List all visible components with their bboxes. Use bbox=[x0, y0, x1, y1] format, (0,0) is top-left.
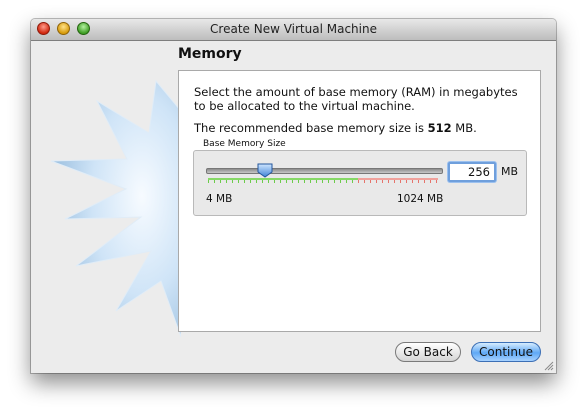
window-title: Create New Virtual Machine bbox=[210, 22, 377, 36]
base-memory-group: 4 MB 1024 MB 256 MB bbox=[193, 150, 527, 216]
recommended-prefix: The recommended base memory size is bbox=[194, 121, 428, 135]
page-heading: Memory bbox=[178, 46, 242, 62]
memory-slider-track[interactable] bbox=[206, 168, 443, 174]
continue-button[interactable]: Continue bbox=[471, 342, 541, 362]
title-bar[interactable]: Create New Virtual Machine bbox=[31, 19, 556, 41]
memory-panel: Select the amount of base memory (RAM) i… bbox=[178, 70, 541, 332]
recommended-value: 512 bbox=[427, 121, 452, 135]
go-back-button[interactable]: Go Back bbox=[395, 342, 461, 362]
slider-max-label: 1024 MB bbox=[397, 193, 444, 205]
create-vm-window: Create New Virtual Machine Memory Select… bbox=[31, 19, 556, 373]
memory-description: Select the amount of base memory (RAM) i… bbox=[194, 85, 518, 113]
resize-grip-icon[interactable] bbox=[544, 361, 554, 371]
over-range-ticks bbox=[358, 178, 438, 183]
base-memory-group-label: Base Memory Size bbox=[203, 139, 286, 149]
wizard-star-graphic bbox=[50, 79, 181, 338]
memory-unit-label: MB bbox=[501, 165, 519, 178]
safe-range-ticks bbox=[208, 178, 358, 183]
memory-slider-thumb[interactable] bbox=[257, 163, 273, 178]
recommended-memory-text: The recommended base memory size is 512 … bbox=[194, 121, 477, 135]
recommended-suffix: MB. bbox=[451, 121, 477, 135]
memory-slider-ticks bbox=[208, 178, 438, 183]
memory-value-input[interactable]: 256 bbox=[448, 162, 496, 182]
slider-min-label: 4 MB bbox=[206, 193, 233, 205]
